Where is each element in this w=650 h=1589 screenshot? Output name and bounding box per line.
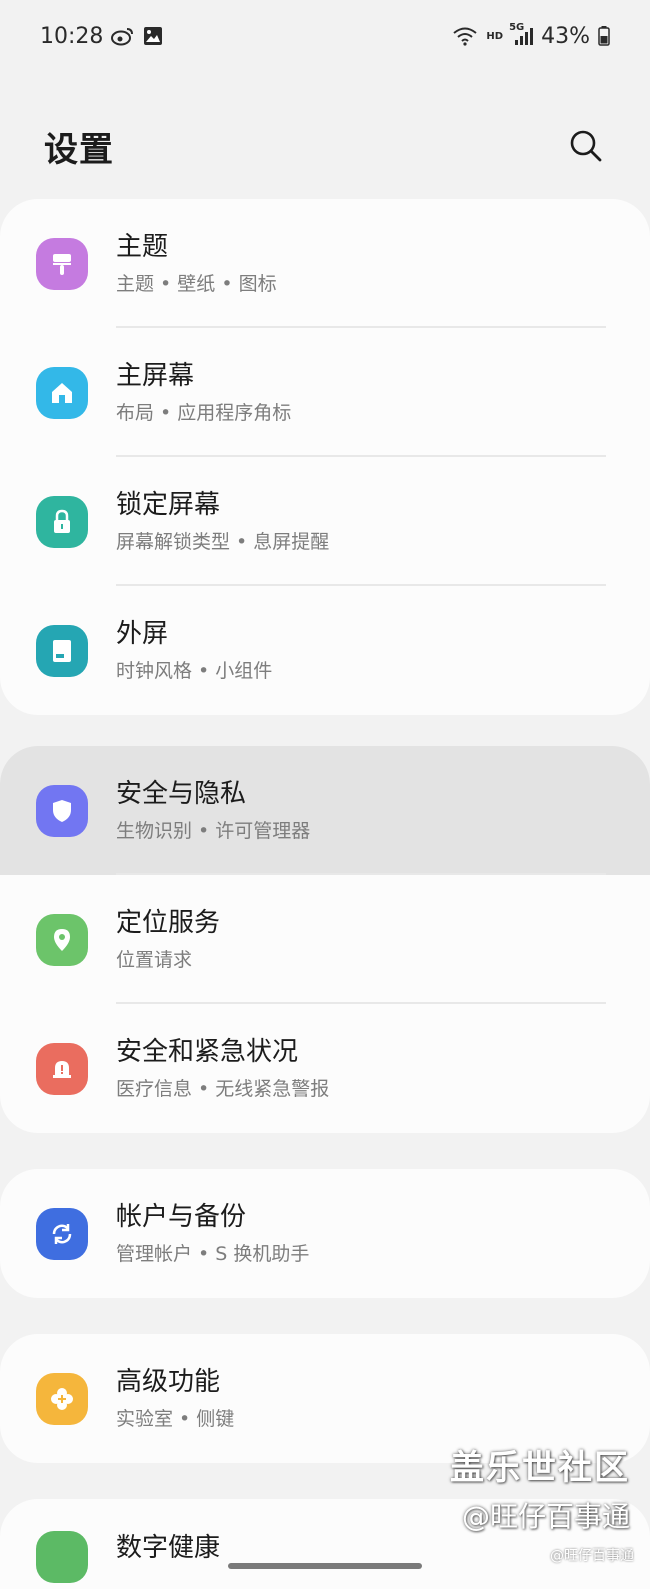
wifi-hd-label: HD [486,30,504,42]
item-title: 安全和紧急状况 [116,1036,299,1067]
status-right: HD 5G 43% [452,22,610,49]
emergency-alert-icon [36,1042,88,1095]
status-time: 10:28 [40,23,104,49]
watermark-title: 盖乐世社区 [450,1448,630,1488]
settings-group-security: 安全与隐私 生物识别 • 许可管理器 定位服务 位置请求 安全和紧急状况 医疗信… [0,746,650,1133]
item-title: 定位服务 [116,907,221,938]
battery-icon [598,26,610,46]
settings-item-cover-screen[interactable]: 外屏 时钟风格 • 小组件 [0,586,650,715]
wifi-icon [452,26,478,46]
watermark: 盖乐世社区 @旺仔百事通 [450,1440,630,1535]
search-icon [570,130,602,162]
battery-percent: 43% [541,23,590,49]
watermark-small-handle: @旺仔百事通 [550,1548,634,1564]
item-title: 高级功能 [116,1366,221,1397]
settings-item-security-privacy[interactable]: 安全与隐私 生物识别 • 许可管理器 [0,746,650,875]
item-subtitle: 生物识别 • 许可管理器 [116,819,311,842]
shield-icon [36,784,88,837]
item-title: 锁定屏幕 [116,489,221,520]
item-subtitle: 布局 • 应用程序角标 [116,401,292,424]
gallery-icon [143,26,163,46]
item-subtitle: 主题 • 壁纸 • 图标 [116,272,277,295]
theme-brush-icon [36,237,88,290]
weibo-icon [111,26,135,46]
settings-item-lock-screen[interactable]: 锁定屏幕 屏幕解锁类型 • 息屏提醒 [0,457,650,586]
advanced-features-icon [36,1372,88,1425]
network-type-label: 5G [509,22,525,33]
digital-wellbeing-icon [36,1531,88,1583]
settings-header: 设置 [0,110,650,182]
item-subtitle: 实验室 • 侧键 [116,1407,235,1430]
item-subtitle: 管理帐户 • S 换机助手 [116,1242,310,1265]
home-indicator[interactable] [228,1563,422,1569]
signal-icon: 5G [509,22,534,46]
item-subtitle: 时钟风格 • 小组件 [116,659,273,682]
location-pin-icon [36,913,88,966]
lock-icon [36,495,88,548]
cover-screen-icon [36,624,88,677]
settings-item-accounts-backup[interactable]: 帐户与备份 管理帐户 • S 换机助手 [0,1169,650,1298]
settings-item-location[interactable]: 定位服务 位置请求 [0,875,650,1004]
settings-group-display: 主题 主题 • 壁纸 • 图标 主屏幕 布局 • 应用程序角标 锁定屏幕 屏幕解… [0,199,650,715]
home-icon [36,366,88,419]
sync-icon [36,1207,88,1260]
watermark-handle: @旺仔百事通 [461,1500,630,1533]
page-title: 设置 [44,129,114,170]
item-subtitle: 位置请求 [116,948,193,971]
settings-item-safety-emergency[interactable]: 安全和紧急状况 医疗信息 • 无线紧急警报 [0,1004,650,1133]
item-title: 帐户与备份 [116,1201,247,1232]
item-title: 安全与隐私 [116,778,247,809]
settings-item-theme[interactable]: 主题 主题 • 壁纸 • 图标 [0,199,650,328]
item-title: 数字健康 [116,1533,221,1563]
item-subtitle: 医疗信息 • 无线紧急警报 [116,1077,330,1100]
item-subtitle: 屏幕解锁类型 • 息屏提醒 [116,530,330,553]
item-title: 外屏 [116,618,169,649]
status-left: 10:28 [40,24,163,49]
status-bar: 10:28 HD 5G 43% [0,0,650,72]
item-title: 主题 [116,231,169,262]
search-button[interactable] [562,122,610,170]
settings-item-home-screen[interactable]: 主屏幕 布局 • 应用程序角标 [0,328,650,457]
settings-group-accounts: 帐户与备份 管理帐户 • S 换机助手 [0,1169,650,1298]
item-title: 主屏幕 [116,360,195,391]
